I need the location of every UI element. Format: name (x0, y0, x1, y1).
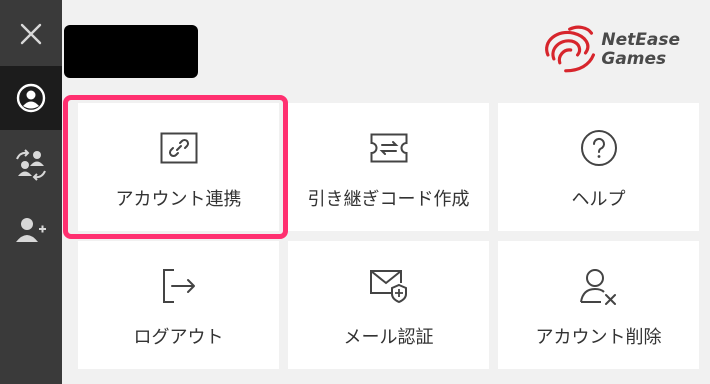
create-transfer-code-label: 引き継ぎコード作成 (307, 189, 470, 210)
sidebar-item-profile[interactable] (0, 66, 62, 130)
logout-button[interactable]: ログアウト (78, 241, 279, 369)
user-profile-icon (16, 83, 46, 113)
delete-account-label: アカウント削除 (535, 327, 662, 348)
close-icon (20, 23, 42, 45)
sidebar-item-add-account[interactable] (0, 198, 62, 262)
user-info-redacted (64, 25, 198, 78)
logo-line-2: Games (601, 49, 667, 69)
netease-games-logo: NetEase Games (540, 24, 680, 76)
link-account-button[interactable]: アカウント連携 (78, 103, 279, 231)
logout-icon (162, 269, 195, 303)
delete-account-icon (579, 269, 616, 305)
logo-line-1: NetEase (601, 30, 680, 50)
sidebar-item-switch-account[interactable] (0, 132, 62, 196)
mail-verify-icon (369, 270, 407, 304)
link-icon (160, 132, 197, 164)
sidebar (0, 0, 62, 384)
transfer-code-icon (370, 133, 407, 163)
mail-verify-label: メール認証 (343, 327, 434, 348)
help-button[interactable]: ヘルプ (498, 103, 699, 231)
add-user-icon (16, 218, 46, 242)
create-transfer-code-button[interactable]: 引き継ぎコード作成 (288, 103, 489, 231)
help-icon (580, 130, 617, 166)
mail-verify-button[interactable]: メール認証 (288, 241, 489, 369)
help-label: ヘルプ (571, 189, 626, 210)
delete-account-button[interactable]: アカウント削除 (498, 241, 699, 369)
logout-label: ログアウト (133, 327, 224, 348)
close-button[interactable] (0, 4, 62, 64)
link-account-label: アカウント連携 (115, 189, 242, 210)
netease-logo-icon (545, 25, 596, 73)
account-switch-icon (16, 149, 46, 181)
